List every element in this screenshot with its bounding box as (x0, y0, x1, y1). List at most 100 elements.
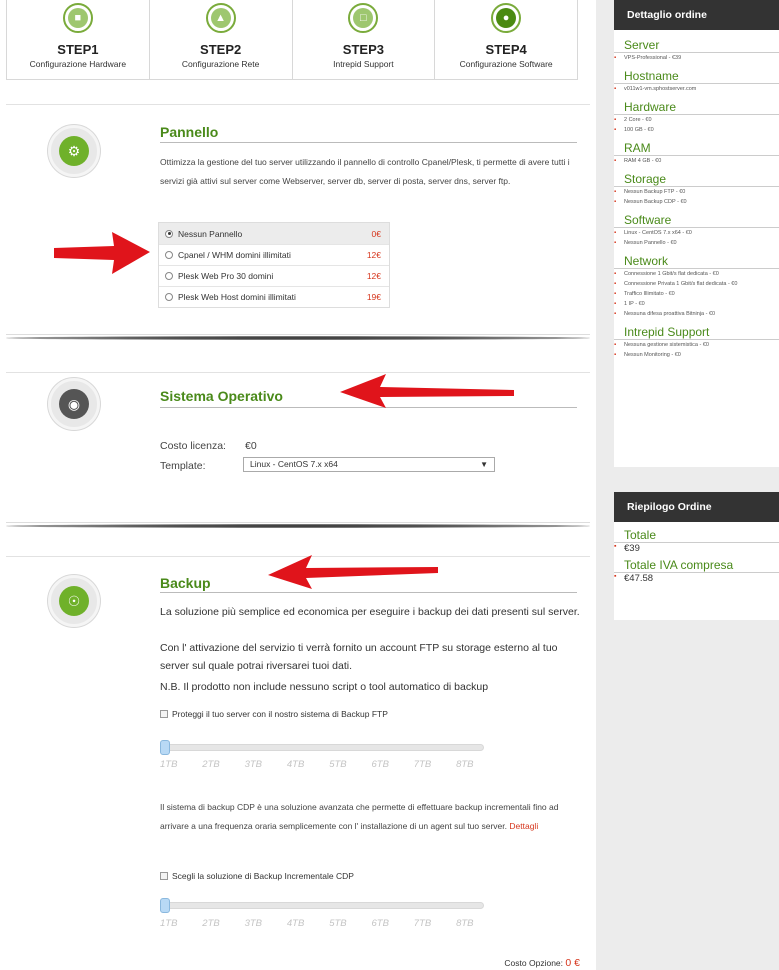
pannello-title: Pannello (160, 124, 219, 140)
network-item: 1 IP - €0 (614, 299, 779, 309)
radio[interactable] (165, 293, 173, 301)
tick-label: 8TB (456, 918, 474, 929)
support-icon: □ (348, 3, 379, 33)
storage-item: Nessun Backup FTP - €0 (614, 187, 779, 197)
ftp-storage-slider[interactable] (160, 744, 484, 751)
chevron-down-icon: ▼ (480, 460, 488, 469)
network-category: Network (614, 254, 779, 269)
radio[interactable] (165, 272, 173, 280)
ftp-slider-ticks: 1TB 2TB 3TB 4TB 5TB 6TB 7TB 8TB (160, 759, 498, 770)
option-price: 12€ (366, 250, 381, 260)
option-price: 19€ (366, 292, 381, 302)
cdp-text: Il sistema di backup CDP è una soluzione… (160, 802, 559, 831)
red-arrow-left (268, 555, 438, 589)
backup-text-3: N.B. Il prodotto non include nessuno scr… (160, 681, 489, 693)
step-3[interactable]: □ STEP3 Intrepid Support (293, 0, 436, 79)
order-summary-header: Riepilogo Ordine (614, 492, 779, 522)
hardware-category: Hardware (614, 100, 779, 115)
template-select[interactable]: Linux - CentOS 7.x x64 ▼ (243, 457, 495, 472)
option-price: 12€ (366, 271, 381, 281)
option-label: Plesk Web Host domini illimitati (178, 292, 296, 302)
main-content: ■ STEP1 Configurazione Hardware ▲ STEP2 … (0, 0, 596, 970)
support-item: Nessun Monitoring - €0 (614, 350, 779, 360)
tick-label: 1TB (160, 918, 178, 929)
network-item: Traffico Illimitato - €0 (614, 289, 779, 299)
support-category: Intrepid Support (614, 325, 779, 340)
network-item: Connessione 1 Gbit/s flat dedicata - €0 (614, 269, 779, 279)
tick-label: 2TB (202, 759, 220, 770)
step-2[interactable]: ▲ STEP2 Configurazione Rete (150, 0, 293, 79)
ftp-backup-checkbox[interactable] (160, 710, 168, 718)
step-number: STEP3 (342, 42, 384, 57)
storage-category: Storage (614, 172, 779, 187)
support-item: Nessuna gestione sistemistica - €0 (614, 340, 779, 350)
ftp-slider-handle[interactable] (160, 740, 170, 755)
totale-label: Totale (614, 528, 779, 543)
step-name: Configurazione Software (459, 59, 553, 69)
panel-option[interactable]: Nessun Pannello 0€ (159, 223, 389, 244)
order-detail-panel: Dettaglio ordine Server VPS-Professional… (614, 0, 779, 467)
costo-opzione-label: Costo Opzione: (504, 958, 564, 968)
server-category: Server (614, 38, 779, 53)
totale-iva-value: €47.58 (614, 573, 779, 584)
tick-label: 7TB (413, 759, 432, 770)
step-name: Configurazione Hardware (29, 59, 127, 69)
steps-bar: ■ STEP1 Configurazione Hardware ▲ STEP2 … (6, 0, 578, 80)
step-number: STEP4 (485, 42, 527, 57)
section-divider (6, 522, 590, 530)
tick-label: 6TB (371, 759, 389, 770)
option-label: Cpanel / WHM domini illimitati (178, 250, 291, 260)
totale-iva-label: Totale IVA compresa (614, 558, 779, 573)
software-item: Linux - CentOS 7.x x64 - €0 (614, 228, 779, 238)
panel-option[interactable]: Plesk Web Pro 30 domini 12€ (159, 265, 389, 286)
network-item: Nessuna difesa proattiva Bitninja - €0 (614, 309, 779, 319)
step-1[interactable]: ■ STEP1 Configurazione Hardware (7, 0, 150, 79)
tick-label: 4TB (286, 759, 305, 770)
radio[interactable] (165, 251, 173, 259)
tick-label: 1TB (160, 759, 178, 770)
cdp-slider-handle[interactable] (160, 898, 170, 913)
step-name: Intrepid Support (333, 59, 394, 69)
checkbox-label: Scegli la soluzione di Backup Incrementa… (172, 871, 354, 881)
network-item: Connessione Privata 1 Gbit/s flat dedica… (614, 279, 779, 289)
dettagli-link[interactable]: Dettagli (509, 821, 538, 831)
costo-opzione-value: 0 € (565, 957, 580, 969)
tick-label: 8TB (456, 759, 474, 770)
hostname-item: v011w1-vm.sphostserver.com (614, 84, 779, 94)
cdp-description: Il sistema di backup CDP è una soluzione… (160, 798, 584, 836)
tick-label: 2TB (202, 918, 220, 929)
pannello-description: Ottimizza la gestione del tuo server uti… (160, 157, 570, 186)
cdp-backup-checkbox[interactable] (160, 872, 168, 880)
template-selected-value: Linux - CentOS 7.x x64 (250, 459, 338, 469)
tick-label: 3TB (244, 918, 263, 929)
checkbox-label: Proteggi il tuo server con il nostro sis… (172, 709, 388, 719)
template-label: Template: (160, 460, 206, 472)
server-item: VPS-Professional - €39 (614, 53, 779, 63)
cdp-backup-checkbox-row[interactable]: Scegli la soluzione di Backup Incrementa… (160, 871, 354, 881)
costo-licenza-value: €0 (245, 440, 257, 452)
chip-icon: ■ (62, 3, 93, 33)
tick-label: 5TB (329, 759, 347, 770)
radio-selected[interactable] (165, 229, 173, 238)
step-number: STEP2 (200, 42, 242, 57)
cdp-storage-slider[interactable] (160, 902, 484, 909)
tick-label: 6TB (371, 918, 389, 929)
costo-opzione: Costo Opzione: 0 € (504, 957, 580, 969)
tick-label: 7TB (413, 918, 432, 929)
backup-text-1: La soluzione più semplice ed economica p… (160, 606, 580, 618)
red-arrow-right (54, 232, 150, 274)
ftp-backup-checkbox-row[interactable]: Proteggi il tuo server con il nostro sis… (160, 709, 388, 719)
ram-category: RAM (614, 141, 779, 156)
software-category: Software (614, 213, 779, 228)
tick-label: 4TB (286, 918, 305, 929)
costo-licenza-label: Costo licenza: (160, 440, 226, 452)
hostname-category: Hostname (614, 69, 779, 84)
backup-title: Backup (160, 575, 211, 591)
cdp-slider-ticks: 1TB 2TB 3TB 4TB 5TB 6TB 7TB 8TB (160, 918, 498, 929)
storage-item: Nessun Backup CDP - €0 (614, 197, 779, 207)
title-underline (160, 592, 577, 593)
step-4[interactable]: ● STEP4 Configurazione Software (435, 0, 577, 79)
panel-option[interactable]: Plesk Web Host domini illimitati 19€ (159, 286, 389, 307)
option-label: Plesk Web Pro 30 domini (178, 271, 274, 281)
panel-option[interactable]: Cpanel / WHM domini illimitati 12€ (159, 244, 389, 265)
